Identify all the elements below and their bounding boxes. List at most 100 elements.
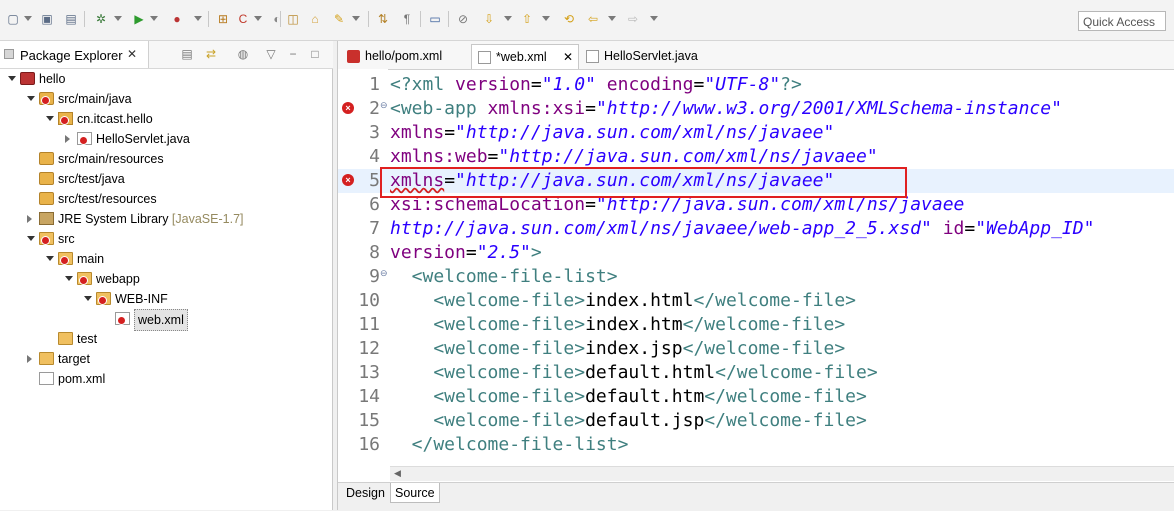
- maven-icon: [347, 50, 360, 63]
- tree-item[interactable]: pom.xml: [0, 369, 333, 389]
- code-line[interactable]: 16 </welcome-file-list>: [338, 433, 1174, 457]
- tree-item[interactable]: main: [0, 249, 333, 269]
- show-whitespace-icon[interactable]: ▭: [426, 10, 444, 28]
- maximize-icon[interactable]: □: [308, 47, 322, 61]
- code-line[interactable]: 7 http://java.sun.com/xml/ns/javaee/web-a…: [338, 217, 1174, 241]
- code-line[interactable]: 3 xmlns="http://java.sun.com/xml/ns/javae…: [338, 121, 1174, 145]
- next-annotation-dropdown-icon[interactable]: [504, 16, 512, 21]
- expanded-twistie-icon[interactable]: [65, 276, 73, 281]
- search-dropdown-icon[interactable]: [352, 16, 360, 21]
- debug-dropdown-icon[interactable]: [114, 16, 122, 21]
- expanded-twistie-icon[interactable]: [27, 96, 35, 101]
- fold-icon[interactable]: ⊖: [380, 100, 388, 111]
- expanded-twistie-icon[interactable]: [27, 236, 35, 241]
- new-dropdown-icon[interactable]: [24, 16, 32, 21]
- search-icon[interactable]: ✎: [330, 10, 348, 28]
- tree-item[interactable]: src/test/java: [0, 169, 333, 189]
- collapse-all-icon[interactable]: ▤: [180, 47, 194, 61]
- collapsed-twistie-icon[interactable]: [65, 135, 70, 143]
- line-number: 6: [369, 194, 380, 215]
- tree-item[interactable]: HelloServlet.java: [0, 129, 333, 149]
- line-number: 10: [358, 290, 380, 311]
- tree-item[interactable]: src/main/resources: [0, 149, 333, 169]
- back-dropdown-icon[interactable]: [608, 16, 616, 21]
- horizontal-scrollbar[interactable]: ◀: [390, 466, 1174, 481]
- package-explorer-view: Package Explorer ✕ ▤ ⇄ ◍ ▽ − □ hello src/…: [0, 41, 333, 510]
- tree-item[interactable]: webapp: [0, 269, 333, 289]
- tree-item[interactable]: JRE System Library [JavaSE-1.7]: [0, 209, 333, 229]
- tree-item[interactable]: web.xml: [0, 309, 333, 331]
- scroll-left-icon[interactable]: ◀: [394, 468, 401, 479]
- tree-item[interactable]: test: [0, 329, 333, 349]
- collapsed-twistie-icon[interactable]: [27, 355, 32, 363]
- code-line[interactable]: 13 <welcome-file>default.html</welcome-f…: [338, 361, 1174, 385]
- code-line[interactable]: × 2 ⊖ <web-app xmlns:xsi="http://www.w3.org…: [338, 97, 1174, 121]
- package-explorer-tab[interactable]: Package Explorer ✕: [0, 41, 149, 68]
- next-annotation-icon[interactable]: ⇩: [480, 10, 498, 28]
- editor-tab[interactable]: *web.xml ✕: [471, 44, 579, 69]
- code-line[interactable]: 9 ⊖ <welcome-file-list>: [338, 265, 1174, 289]
- tab-source[interactable]: Source: [390, 483, 440, 503]
- new-java-class-icon[interactable]: C: [234, 10, 252, 28]
- tab-design[interactable]: Design: [342, 483, 389, 503]
- tree-item[interactable]: target: [0, 349, 333, 369]
- code-line[interactable]: 12 <welcome-file>index.jsp</welcome-file…: [338, 337, 1174, 361]
- external-tools-icon[interactable]: ●: [168, 10, 186, 28]
- save-icon[interactable]: ▣: [38, 10, 56, 28]
- expanded-twistie-icon[interactable]: [84, 296, 92, 301]
- toggle-mark-occurrences-icon[interactable]: ⇅: [374, 10, 392, 28]
- open-type-icon[interactable]: ◫: [284, 10, 302, 28]
- close-icon[interactable]: ✕: [563, 45, 573, 70]
- quick-access-input[interactable]: Quick Access: [1078, 11, 1166, 31]
- collapsed-twistie-icon[interactable]: [27, 215, 32, 223]
- new-class-dropdown-icon[interactable]: [254, 16, 262, 21]
- view-menu-icon[interactable]: ▽: [264, 47, 278, 61]
- code-line[interactable]: 1 <?xml version="1.0" encoding="UTF-8"?>: [338, 73, 1174, 97]
- forward-icon[interactable]: ⇨: [624, 10, 642, 28]
- code-line[interactable]: 14 <welcome-file>default.htm</welcome-fi…: [338, 385, 1174, 409]
- last-edit-location-icon[interactable]: ⟲: [560, 10, 578, 28]
- tree-item[interactable]: cn.itcast.hello: [0, 109, 333, 129]
- tree-item[interactable]: WEB-INF: [0, 289, 333, 309]
- code-text: xmlns:web="http://java.sun.com/xml/ns/ja…: [390, 145, 878, 169]
- skip-breakpoints-icon[interactable]: ⊘: [454, 10, 472, 28]
- expanded-twistie-icon[interactable]: [46, 256, 54, 261]
- code-line[interactable]: 8 version="2.5">: [338, 241, 1174, 265]
- code-text: <web-app xmlns:xsi="http://www.w3.org/20…: [390, 97, 1062, 121]
- new-icon[interactable]: ▢: [4, 10, 22, 28]
- previous-annotation-icon[interactable]: ⇧: [518, 10, 536, 28]
- main-toolbar: ▢ ▣ ▤ ✲ ▶ ● ⊞ C ◐ ◫ ⌂ ✎ ⇅ ¶ ▭ ⊘ ⇩ ⇧ ⟲ ⇦ …: [0, 0, 1174, 41]
- editor-tab[interactable]: HelloServlet.java: [580, 44, 714, 69]
- tree-item[interactable]: src/test/resources: [0, 189, 333, 209]
- code-line[interactable]: 15 <welcome-file>default.jsp</welcome-fi…: [338, 409, 1174, 433]
- editor-tab[interactable]: hello/pom.xml: [341, 44, 469, 69]
- external-tools-dropdown-icon[interactable]: [194, 16, 202, 21]
- tree-item[interactable]: src/main/java: [0, 89, 333, 109]
- tree-item[interactable]: src: [0, 229, 333, 249]
- back-icon[interactable]: ⇦: [584, 10, 602, 28]
- code-line[interactable]: 10 <welcome-file>index.html</welcome-fil…: [338, 289, 1174, 313]
- close-icon[interactable]: ✕: [127, 47, 137, 61]
- forward-dropdown-icon[interactable]: [650, 16, 658, 21]
- expanded-twistie-icon[interactable]: [46, 116, 54, 121]
- save-all-icon[interactable]: ▤: [62, 10, 80, 28]
- debug-icon[interactable]: ✲: [92, 10, 110, 28]
- minimize-icon[interactable]: −: [286, 47, 300, 61]
- new-java-package-icon[interactable]: ⊞: [214, 10, 232, 28]
- code-token: index.html: [585, 290, 694, 311]
- run-dropdown-icon[interactable]: [150, 16, 158, 21]
- fold-icon[interactable]: ⊖: [380, 268, 388, 279]
- focus-icon[interactable]: ◍: [236, 47, 250, 61]
- code-token: default.jsp: [585, 410, 705, 431]
- expanded-twistie-icon[interactable]: [8, 76, 16, 81]
- tree-item-label: HelloServlet.java: [96, 132, 190, 146]
- run-icon[interactable]: ▶: [130, 10, 148, 28]
- code-line[interactable]: 11 <welcome-file>index.htm</welcome-file…: [338, 313, 1174, 337]
- source-code-area[interactable]: 1 <?xml version="1.0" encoding="UTF-8"?> ×…: [338, 69, 1174, 482]
- toggle-block-selection-icon[interactable]: ¶: [398, 10, 416, 28]
- link-with-editor-icon[interactable]: ⇄: [204, 47, 218, 61]
- previous-annotation-dropdown-icon[interactable]: [542, 16, 550, 21]
- open-folder-icon[interactable]: ⌂: [306, 10, 324, 28]
- code-line[interactable]: 4 xmlns:web="http://java.sun.com/xml/ns/j…: [338, 145, 1174, 169]
- tree-item[interactable]: hello: [0, 69, 333, 89]
